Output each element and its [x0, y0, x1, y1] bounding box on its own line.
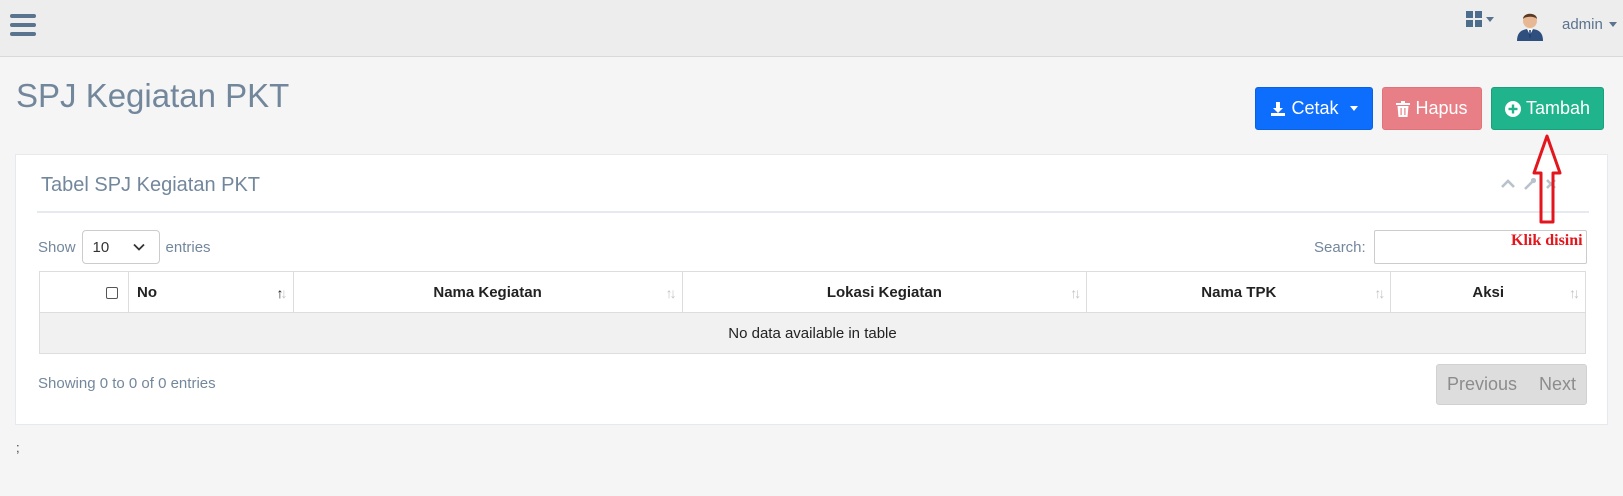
hapus-button[interactable]: Hapus [1382, 87, 1482, 130]
caret-down-icon [1349, 106, 1358, 111]
column-header-lokasi-kegiatan[interactable]: Lokasi Kegiatan ↑↓ [681, 271, 1088, 313]
user-menu-toggle[interactable]: admin [1562, 16, 1617, 33]
apps-menu-toggle[interactable] [1466, 11, 1494, 27]
sort-icon: ↑↓ [1070, 285, 1081, 301]
page-title: SPJ Kegiatan PKT [16, 77, 290, 114]
page-size-select[interactable]: 10 [81, 230, 160, 264]
caret-down-icon [1486, 16, 1494, 22]
entries-label: entries [165, 238, 211, 256]
pagination: Previous Next [1436, 364, 1587, 405]
page-size-value: 10 [92, 238, 110, 256]
previous-button[interactable]: Previous [1447, 374, 1517, 395]
table-header-row: No ↑↓ Nama Kegiatan ↑↓ Lokasi Kegiatan ↑… [39, 271, 1586, 313]
table-row: No data available in table [39, 312, 1586, 354]
show-label: Show [38, 238, 76, 256]
annotation-label: Klik disini [1511, 232, 1583, 249]
select-all-checkbox[interactable] [105, 286, 118, 299]
annotation-arrow-icon [1532, 134, 1562, 224]
hamburger-menu-icon[interactable] [10, 14, 36, 38]
tambah-button[interactable]: Tambah [1491, 87, 1604, 130]
select-all-header [39, 271, 129, 313]
grid-apps-icon [1466, 11, 1482, 27]
chevron-down-icon [132, 243, 145, 251]
next-button[interactable]: Next [1539, 374, 1576, 395]
sort-icon: ↑↓ [1374, 285, 1385, 301]
cetak-dropdown-button[interactable]: Cetak [1255, 87, 1373, 130]
avatar[interactable] [1514, 9, 1546, 41]
user-name: admin [1562, 16, 1603, 33]
sort-icon: ↑↓ [665, 285, 677, 301]
length-control: Show 10 entries [38, 230, 211, 264]
trash-icon [1396, 100, 1411, 117]
table-panel: Tabel SPJ Kegiatan PKT Show 10 entries S… [15, 154, 1608, 425]
sort-icon: ↑↓ [1569, 285, 1580, 301]
data-table: No ↑↓ Nama Kegiatan ↑↓ Lokasi Kegiatan ↑… [39, 271, 1586, 354]
hapus-label: Hapus [1415, 98, 1468, 118]
tambah-label: Tambah [1525, 98, 1591, 118]
panel-divider [37, 211, 1589, 213]
caret-down-icon [1608, 22, 1617, 27]
column-label: Nama TPK [1201, 283, 1277, 301]
column-header-aksi[interactable]: Aksi ↑↓ [1390, 271, 1586, 313]
footer-text: ; [16, 440, 20, 455]
column-label: Lokasi Kegiatan [826, 283, 942, 301]
top-navbar: admin [0, 0, 1623, 57]
column-header-nama-kegiatan[interactable]: Nama Kegiatan ↑↓ [292, 271, 683, 313]
panel-title: Tabel SPJ Kegiatan PKT [41, 174, 261, 196]
column-header-no[interactable]: No ↑↓ [127, 271, 294, 313]
search-label: Search: [1314, 238, 1366, 256]
column-label: Nama Kegiatan [433, 283, 542, 301]
sort-icon: ↑↓ [276, 285, 288, 301]
table-info: Showing 0 to 0 of 0 entries [38, 375, 216, 392]
column-label: No [136, 283, 157, 301]
column-label: Aksi [1472, 283, 1505, 301]
plus-circle-icon [1504, 100, 1521, 117]
column-header-nama-tpk[interactable]: Nama TPK ↑↓ [1086, 271, 1392, 313]
empty-table-message: No data available in table [39, 312, 1586, 354]
download-icon [1271, 101, 1286, 116]
chevron-up-icon[interactable] [1501, 179, 1515, 189]
cetak-label: Cetak [1291, 98, 1339, 118]
